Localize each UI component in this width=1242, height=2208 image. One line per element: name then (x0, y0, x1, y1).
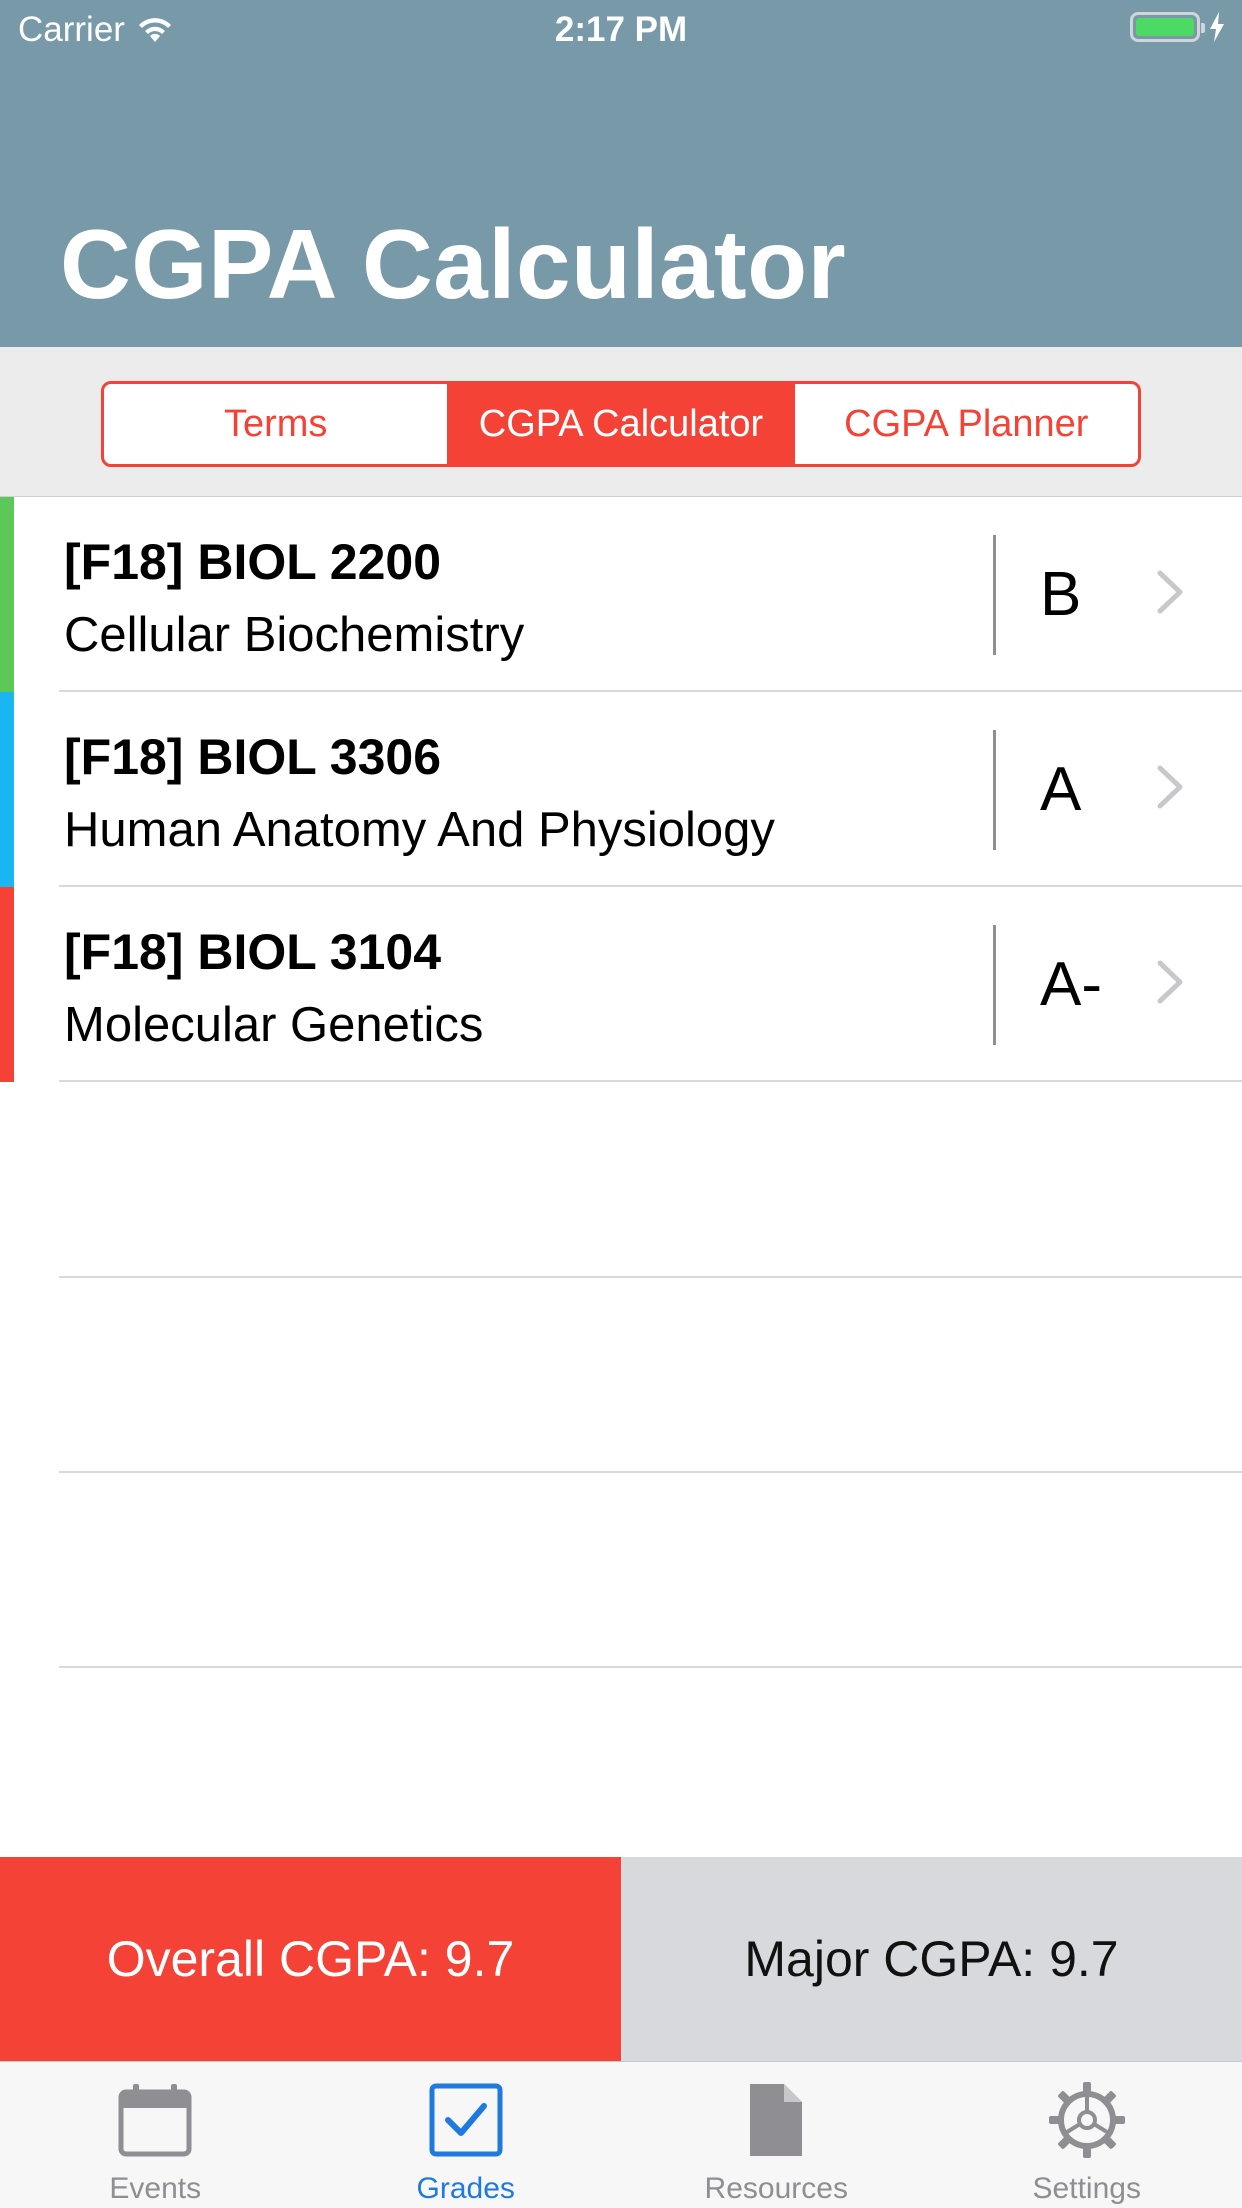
tab-resources[interactable]: Resources (621, 2062, 932, 2208)
charging-bolt-icon (1210, 12, 1224, 42)
course-grade: B (1040, 560, 1082, 629)
empty-row-separator (59, 1471, 1242, 1473)
cgpa-summary: Overall CGPA: 9.7 Major CGPA: 9.7 (0, 1857, 1242, 2061)
chevron-right-icon (1157, 765, 1183, 809)
grade-divider (993, 730, 996, 850)
segmented-control: Terms CGPA Calculator CGPA Planner (101, 381, 1141, 467)
course-code: [F18] BIOL 3104 (64, 924, 442, 980)
course-row[interactable]: [F18] BIOL 2200 Cellular Biochemistry B (0, 497, 1242, 692)
empty-row-separator (59, 1666, 1242, 1668)
course-name: Cellular Biochemistry (64, 608, 525, 662)
tab-settings[interactable]: Settings (932, 2062, 1242, 2208)
page-title: CGPA Calculator (60, 209, 847, 319)
course-grade: A- (1040, 950, 1102, 1019)
segment-terms[interactable]: Terms (104, 384, 450, 464)
tab-label: Resources (704, 2172, 848, 2205)
course-code: [F18] BIOL 3306 (64, 729, 442, 785)
chevron-right-icon (1157, 570, 1183, 614)
battery-indicator (1130, 12, 1226, 42)
document-icon (750, 2084, 803, 2156)
overall-cgpa-button[interactable]: Overall CGPA: 9.7 (0, 1857, 621, 2061)
battery-icon (1130, 12, 1205, 42)
segment-bar: Terms CGPA Calculator CGPA Planner (0, 347, 1242, 497)
row-separator (59, 1080, 1242, 1082)
empty-row-separator (59, 1276, 1242, 1278)
grade-divider (993, 925, 996, 1045)
course-code: [F18] BIOL 2200 (64, 534, 442, 590)
checkbox-icon (429, 2083, 503, 2157)
gear-icon (1048, 2082, 1125, 2158)
course-row[interactable]: [F18] BIOL 3306 Human Anatomy And Physio… (0, 692, 1242, 887)
status-time: 2:17 PM (554, 10, 688, 49)
tab-events[interactable]: Events (0, 2062, 311, 2208)
course-list: [F18] BIOL 2200 Cellular Biochemistry B … (0, 497, 1242, 1082)
course-name: Human Anatomy And Physiology (64, 803, 775, 857)
course-grade: A (1040, 755, 1082, 824)
segment-cgpa-planner[interactable]: CGPA Planner (795, 384, 1138, 464)
calendar-icon (118, 2084, 192, 2157)
tab-grades[interactable]: Grades (311, 2062, 622, 2208)
major-cgpa-button[interactable]: Major CGPA: 9.7 (621, 1857, 1242, 2061)
tab-label: Settings (1032, 2172, 1141, 2205)
tab-bar: Events Grades Resources Settings (0, 2061, 1242, 2208)
course-color-bar (0, 497, 14, 692)
status-bar: Carrier 2:17 PM (0, 0, 1242, 60)
chevron-right-icon (1157, 960, 1183, 1004)
grade-divider (993, 535, 996, 655)
course-name: Molecular Genetics (64, 998, 484, 1052)
tab-label: Grades (416, 2172, 515, 2205)
course-color-bar (0, 887, 14, 1082)
segment-cgpa-calculator[interactable]: CGPA Calculator (449, 384, 795, 464)
tab-label: Events (109, 2172, 202, 2205)
course-row[interactable]: [F18] BIOL 3104 Molecular Genetics A- (0, 887, 1242, 1082)
course-color-bar (0, 692, 14, 887)
navigation-header: Carrier 2:17 PM CGPA Calculator (0, 0, 1242, 347)
